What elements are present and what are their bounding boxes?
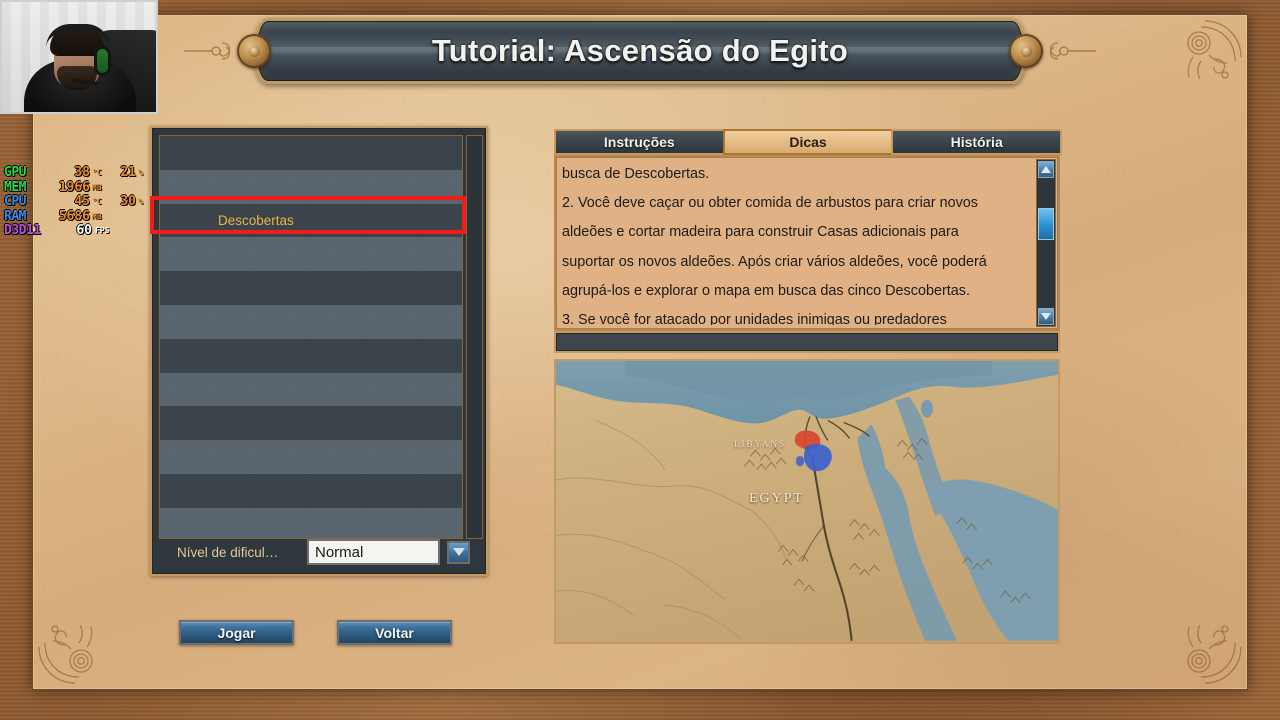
description-line: 3. Se você for atacado por unidades inim… [562,312,947,325]
perf-label: RAM [4,208,26,224]
perf-row-cpu: CPU 45 °C 30 % [2,194,148,210]
perf-value-2: 21 [120,165,136,180]
perf-value: 5686 [58,208,90,224]
chevron-down-icon[interactable] [447,540,470,564]
perf-unit: MB [92,211,102,221]
description-line: busca de Descobertas. [562,166,710,182]
map-preview[interactable]: LIBYANS EGYPT [554,359,1060,644]
perf-unit-2: % [138,197,143,206]
scenario-panel: Descobertas Nível de dificul… Normal [150,126,488,576]
map-image [556,361,1058,642]
perf-row-gpu: GPU 38 °C 21 % [2,165,148,181]
perf-value: 38 [74,165,90,180]
back-button[interactable]: Voltar [337,620,452,645]
perf-unit: °C [92,197,102,206]
difficulty-value: Normal [315,543,364,561]
corner-ornament-icon [35,615,107,687]
tab-dicas[interactable]: Dicas [722,129,894,155]
list-item[interactable] [160,271,462,305]
webcam-overlay [0,0,158,114]
banner-swirl-icon [1042,36,1098,66]
perf-value: 1966 [58,179,90,195]
objectives-bar [554,331,1060,353]
scenario-list-scrollbar[interactable] [466,135,483,539]
list-item[interactable] [160,237,462,272]
description-panel: busca de Descobertas. 2. Você deve caçar… [554,155,1060,331]
triangle-down-glyph [452,548,465,556]
perf-label: D3D11 [4,223,41,238]
performance-overlay: GPU 38 °C 21 % MEM 1966 MB CPU 45 °C 30 … [2,165,148,239]
list-item[interactable] [160,338,462,373]
scroll-up-icon[interactable] [1038,161,1054,178]
play-button[interactable]: Jogar [179,620,294,645]
banner-swirl-icon [182,36,238,66]
list-item[interactable] [160,440,462,474]
list-item[interactable] [160,406,462,441]
perf-row-ram: RAM 5686 MB [2,208,148,225]
perf-label: MEM [4,179,26,195]
perf-fps-value: 60 [76,223,92,238]
description-line: 2. Você deve caçar ou obter comida de ar… [562,195,978,212]
perf-fps-unit: FPS [95,226,110,235]
perf-label: CPU [4,194,26,209]
triangle-up-glyph [1041,166,1051,173]
screen-root: Tutorial: Ascensão do Egito Descobertas … [0,0,1280,720]
page-title: Tutorial: Ascensão do Egito [431,33,849,68]
tab-historia[interactable]: História [891,129,1063,155]
perf-unit: °C [92,168,102,177]
perf-value-2: 30 [120,194,136,209]
description-line: agrupá-los e explorar o mapa em busca da… [562,282,970,299]
tab-bar: Instruções Dicas História [554,129,1063,155]
title-banner: Tutorial: Ascensão do Egito [184,18,1096,84]
description-line: aldeões e cortar madeira para construir … [562,224,959,241]
perf-row-mem: MEM 1966 MB [2,179,148,196]
difficulty-select[interactable]: Normal [307,539,440,565]
scroll-thumb[interactable] [1038,208,1054,240]
triangle-down-glyph [1041,313,1051,320]
headset-earcup [94,46,111,76]
tab-instrucoes[interactable]: Instruções [554,129,725,155]
perf-value: 45 [74,194,90,209]
scroll-down-icon[interactable] [1038,308,1054,325]
corner-ornament-icon [1173,615,1245,687]
description-text: busca de Descobertas. 2. Você deve caçar… [562,160,1032,325]
difficulty-label: Nível de dificul… [177,544,279,560]
list-item-descobertas[interactable]: Descobertas [160,203,462,238]
description-scrollbar[interactable] [1036,159,1056,327]
scenario-list[interactable]: Descobertas [159,135,463,539]
list-item[interactable] [160,136,462,170]
perf-unit: MB [92,182,102,192]
corner-ornament-icon [1173,17,1245,89]
perf-unit-2: % [138,168,143,177]
list-item[interactable] [160,507,462,538]
description-line: suportar os novos aldeões. Após criar vá… [562,253,987,270]
perf-row-fps: D3D11 60 FPS [2,223,148,239]
list-item[interactable] [160,372,462,407]
list-item[interactable] [160,169,462,204]
perf-label: GPU [4,165,26,180]
difficulty-row: Nível de dificul… Normal [159,536,477,568]
list-item[interactable] [160,304,462,339]
list-item-label: Descobertas [218,212,294,228]
list-item[interactable] [160,473,462,508]
